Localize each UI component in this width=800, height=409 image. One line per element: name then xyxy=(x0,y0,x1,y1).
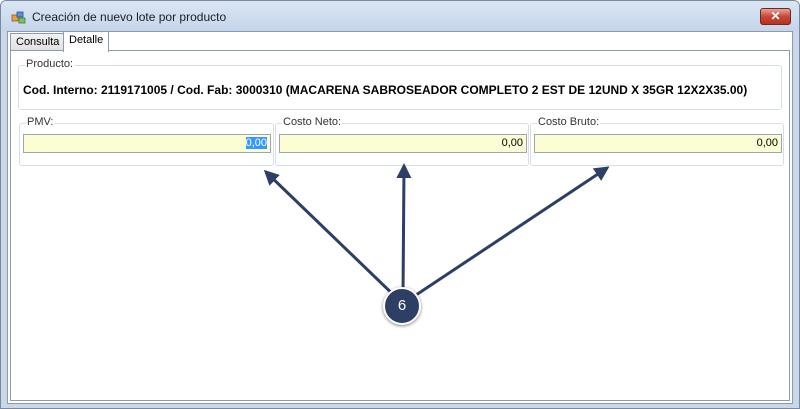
costo-bruto-group: Costo Bruto: 0,00 xyxy=(530,116,784,166)
client-area: Consulta Detalle Producto: Cod. Interno:… xyxy=(7,31,793,404)
costo-neto-caption: Costo Neto: xyxy=(282,116,343,128)
window: Creación de nuevo lote por producto ✕ Co… xyxy=(0,0,800,409)
close-icon: ✕ xyxy=(770,9,781,23)
costo-neto-value: 0,00 xyxy=(501,137,523,149)
close-button[interactable]: ✕ xyxy=(760,8,791,25)
pmv-group: PMV: 0,00 xyxy=(19,116,274,166)
tab-page-detalle: Producto: Cod. Interno: 2119171005 / Cod… xyxy=(10,50,790,401)
tab-detalle-label: Detalle xyxy=(69,34,104,46)
costo-neto-group: Costo Neto: 0,00 xyxy=(275,116,529,166)
costo-neto-input[interactable]: 0,00 xyxy=(279,134,527,153)
costo-bruto-input[interactable]: 0,00 xyxy=(534,134,782,153)
producto-caption: Producto: xyxy=(25,58,75,70)
window-title: Creación de nuevo lote por producto xyxy=(32,10,227,24)
callout-number: 6 xyxy=(397,297,407,314)
pmv-value: 0,00 xyxy=(245,137,267,149)
app-icon xyxy=(11,11,26,24)
title-bar: Creación de nuevo lote por producto ✕ xyxy=(1,1,799,31)
tab-consulta-label: Consulta xyxy=(16,36,60,48)
producto-group: Producto: Cod. Interno: 2119171005 / Cod… xyxy=(18,58,782,110)
costo-bruto-caption: Costo Bruto: xyxy=(537,116,601,128)
tab-consulta[interactable]: Consulta xyxy=(10,33,66,51)
tab-detalle[interactable]: Detalle xyxy=(63,31,110,52)
pmv-caption: PMV: xyxy=(26,116,55,128)
producto-description: Cod. Interno: 2119171005 / Cod. Fab: 300… xyxy=(23,83,748,97)
costo-bruto-value: 0,00 xyxy=(756,137,778,149)
callout-badge: 6 xyxy=(383,287,421,325)
pmv-input[interactable]: 0,00 xyxy=(23,134,271,153)
